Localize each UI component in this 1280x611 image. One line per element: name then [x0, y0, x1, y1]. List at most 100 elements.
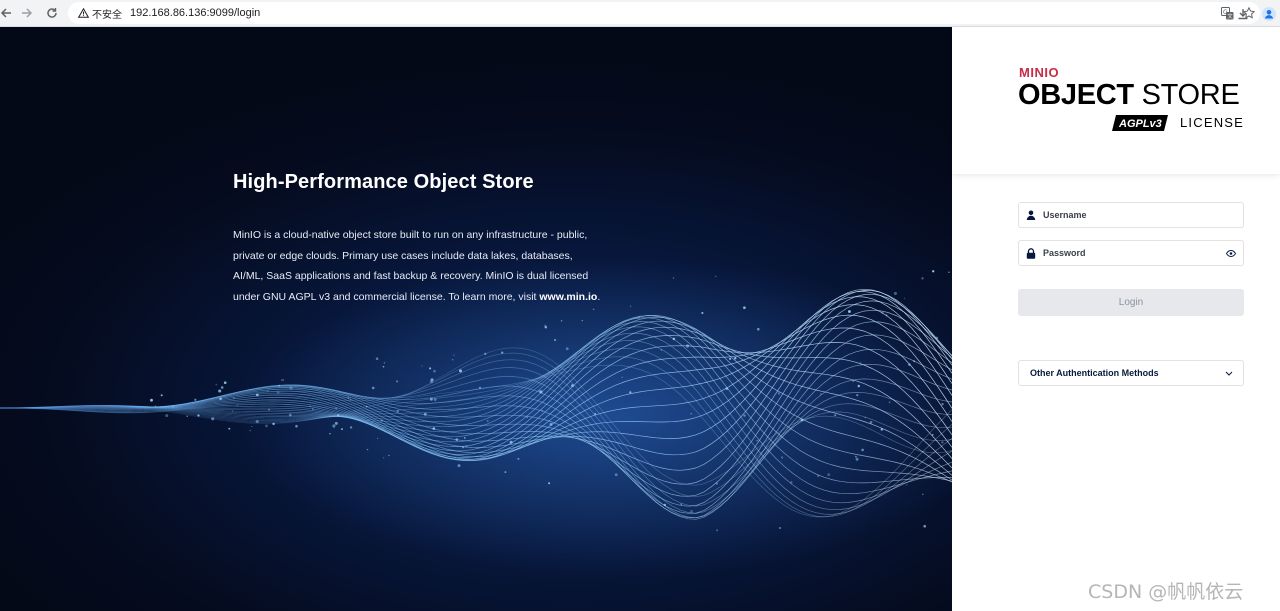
back-button[interactable]	[0, 3, 16, 23]
brand-header: MINIO OBJECT STORE AGPLv3 LICENSE	[952, 27, 1280, 174]
particle-dot	[265, 424, 268, 428]
particle-dot	[278, 384, 281, 387]
particle-dot	[255, 419, 259, 424]
particle-dot	[817, 474, 820, 478]
particle-dot	[349, 398, 352, 401]
particle-dot	[430, 378, 434, 382]
download-icon[interactable]	[1232, 3, 1254, 25]
particle-dot	[464, 437, 466, 439]
particle-dot	[249, 429, 251, 432]
other-authentication-methods-dropdown[interactable]: Other Authentication Methods	[1018, 360, 1244, 386]
particle-dot	[549, 422, 553, 426]
show-password-eye-icon[interactable]	[1219, 241, 1243, 265]
particle-dot	[423, 412, 427, 416]
other-auth-label: Other Authentication Methods	[1030, 368, 1159, 378]
particle-dot	[429, 367, 432, 370]
particle-dot	[548, 482, 551, 485]
agpl-text: AGPLv3	[1118, 118, 1162, 130]
particle-dot	[856, 393, 859, 397]
particle-dot	[621, 376, 623, 378]
license-label: LICENSE	[1180, 115, 1245, 130]
particle-dot	[880, 428, 883, 431]
particle-dot	[219, 397, 222, 400]
particle-dot	[388, 454, 390, 457]
particle-dot	[790, 481, 793, 484]
particle-dot	[276, 391, 280, 394]
particle-dot	[453, 354, 455, 356]
particle-dot	[365, 405, 368, 408]
particle-dot	[433, 398, 437, 401]
hero-description-text: MinIO is a cloud-native object store bui…	[233, 229, 589, 304]
particle-dot	[734, 357, 737, 360]
particle-dot	[541, 410, 544, 412]
particle-dot	[478, 386, 482, 389]
particle-dot	[272, 422, 275, 426]
user-icon	[1019, 203, 1043, 227]
particle-dot	[629, 391, 632, 394]
particle-dot	[251, 426, 253, 428]
particle-dot	[228, 427, 231, 430]
particle-dot	[160, 394, 163, 397]
particle-dot	[341, 428, 343, 431]
particle-dot	[354, 410, 356, 412]
particle-dot	[186, 415, 188, 418]
forward-button[interactable]	[17, 3, 37, 23]
particle-dot	[380, 419, 383, 422]
particle-dot	[565, 347, 569, 351]
particle-dot	[729, 357, 732, 360]
login-button[interactable]: Login	[1018, 289, 1244, 316]
url-text[interactable]: 192.168.86.136:9099/login	[130, 7, 260, 19]
particle-dot	[855, 457, 859, 461]
particle-dot	[382, 365, 385, 368]
particle-dot	[486, 419, 489, 422]
reload-icon	[47, 8, 57, 18]
particle-dot	[660, 349, 662, 351]
particle-dot	[701, 311, 704, 315]
particle-dot	[725, 387, 729, 390]
warning-icon[interactable]	[76, 6, 90, 20]
particle-dot	[847, 310, 851, 313]
particle-dot	[236, 404, 238, 406]
particle-dot	[383, 362, 386, 364]
particle-dot	[663, 503, 666, 507]
particle-dot	[581, 319, 583, 322]
particle-dot	[743, 306, 746, 310]
password-field[interactable]	[1018, 240, 1244, 266]
profile-icon[interactable]	[1258, 3, 1280, 25]
particle-dot	[451, 358, 454, 361]
particle-dot	[165, 414, 169, 418]
particle-dot	[560, 320, 563, 322]
arrow-left-icon	[0, 8, 11, 18]
particle-dot	[859, 361, 862, 364]
particle-dot	[504, 471, 507, 474]
login-panel: MINIO OBJECT STORE AGPLv3 LICENSE Login …	[952, 27, 1280, 611]
minio-website-link[interactable]: www.min.io	[539, 291, 597, 303]
particle-dot	[421, 365, 423, 367]
particle-dot	[903, 297, 906, 299]
username-field[interactable]	[1018, 202, 1244, 228]
store-word: STORE	[1141, 79, 1240, 111]
agpl-badge-icon: AGPLv3	[1112, 115, 1168, 131]
particle-dot	[289, 386, 293, 390]
particle-dot	[309, 405, 311, 407]
reload-button[interactable]	[42, 3, 62, 23]
particle-dot	[332, 424, 336, 428]
particle-dot	[517, 457, 520, 460]
particle-dot	[864, 416, 866, 419]
particle-dot	[232, 410, 234, 412]
particle-dot	[220, 386, 224, 389]
address-bar[interactable]: 不安全 192.168.86.136:9099/login G文	[68, 2, 1260, 24]
object-store-title: OBJECT STORE	[1018, 79, 1240, 112]
particle-dot	[268, 408, 271, 411]
particle-dot	[852, 380, 854, 382]
particle-dot	[757, 327, 760, 331]
particle-dot	[629, 305, 632, 307]
particle-dot	[194, 398, 197, 401]
particle-dot	[248, 389, 251, 391]
username-input[interactable]	[1043, 204, 1243, 226]
particle-dot	[395, 380, 399, 383]
security-status[interactable]: 不安全	[92, 6, 122, 21]
particle-dot	[430, 397, 433, 401]
particle-dot	[334, 421, 338, 425]
password-input[interactable]	[1043, 242, 1219, 264]
